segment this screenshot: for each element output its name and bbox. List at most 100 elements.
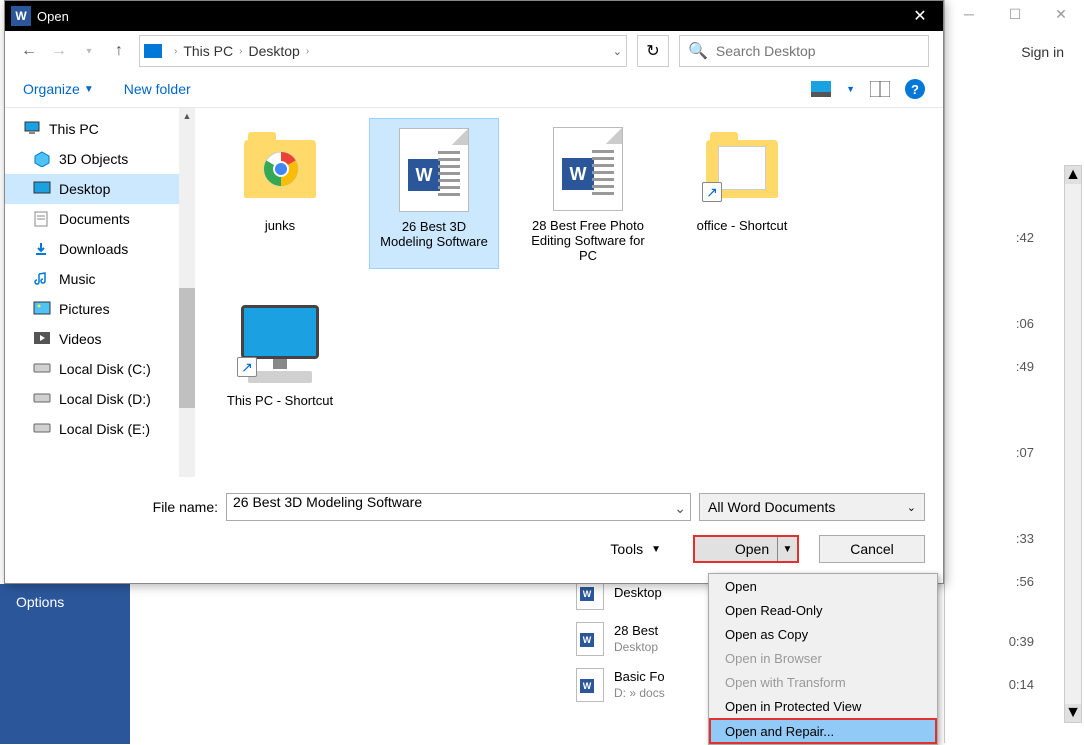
sidebar: This PC 3D Objects Desktop Documents Downloa… — [5, 108, 195, 477]
chevron-right-icon[interactable]: › — [174, 46, 177, 57]
sidebar-item[interactable]: Local Disk (C:) — [5, 354, 195, 384]
filename-label: File name: — [23, 499, 218, 515]
open-button[interactable]: Open ▼ — [693, 535, 799, 563]
shortcut-arrow-icon: ↗ — [702, 182, 722, 202]
sidebar-label: Videos — [59, 331, 102, 347]
toolbar: Organize▼ New folder ▼ ? — [5, 71, 943, 107]
sidebar-item[interactable]: Videos — [5, 324, 195, 354]
recent-dropdown-icon[interactable]: ▾ — [79, 41, 99, 61]
sidebar-icon — [33, 241, 51, 257]
sign-in-link[interactable]: Sign in — [1021, 44, 1064, 60]
bg-maximize-icon[interactable]: ☐ — [992, 0, 1038, 28]
bg-time: :42 — [1016, 230, 1034, 245]
sidebar-item[interactable]: Local Disk (E:) — [5, 414, 195, 444]
search-box[interactable]: 🔍 — [679, 35, 929, 67]
sidebar-label: This PC — [49, 121, 99, 137]
recent-item[interactable]: W 28 Best Desktop — [576, 622, 665, 656]
dropdown-item[interactable]: Open — [709, 574, 937, 598]
scrollbar-thumb[interactable] — [179, 288, 195, 408]
file-item[interactable]: junks — [215, 118, 345, 269]
search-input[interactable] — [714, 42, 920, 60]
dropdown-item[interactable]: Open and Repair... — [709, 718, 937, 744]
file-item[interactable]: ↗This PC - Shortcut — [215, 293, 345, 414]
chevron-down-icon[interactable]: ▼ — [846, 84, 855, 94]
file-item[interactable]: ↗office - Shortcut — [677, 118, 807, 269]
open-dropdown-arrow[interactable]: ▼ — [777, 537, 797, 561]
recent-item-text: Basic Fo D: » docs — [614, 669, 665, 701]
sidebar-item[interactable]: Pictures — [5, 294, 195, 324]
breadcrumb[interactable]: › This PC › Desktop › ⌄ — [139, 35, 627, 67]
sidebar-item[interactable]: Downloads — [5, 234, 195, 264]
scroll-up-icon[interactable]: ▲ — [1065, 166, 1081, 184]
help-icon[interactable]: ? — [905, 79, 925, 99]
sidebar-item[interactable]: This PC — [5, 114, 195, 144]
sidebar-item[interactable]: Desktop — [5, 174, 195, 204]
file-label: 26 Best 3D Modeling Software — [374, 219, 494, 249]
sidebar-scrollbar[interactable]: ▲ — [179, 108, 195, 477]
sidebar-label: 3D Objects — [59, 151, 128, 167]
sidebar-item[interactable]: Documents — [5, 204, 195, 234]
recent-item[interactable]: W Basic Fo D: » docs — [576, 668, 665, 702]
sidebar-label: Documents — [59, 211, 130, 227]
file-label: 28 Best Free Photo Editing Software for … — [527, 218, 649, 263]
file-label: This PC - Shortcut — [219, 393, 341, 408]
forward-button[interactable]: → — [49, 41, 69, 61]
chevron-right-icon[interactable]: › — [239, 46, 242, 57]
bg-time: :56 — [1016, 574, 1034, 589]
breadcrumb-dropdown-icon[interactable]: ⌄ — [613, 45, 622, 58]
close-button[interactable]: ✕ — [897, 1, 943, 31]
dropdown-item[interactable]: Open as Copy — [709, 622, 937, 646]
breadcrumb-item[interactable]: This PC — [181, 43, 235, 59]
options-link[interactable]: Options — [16, 594, 114, 610]
sidebar-item[interactable]: Music — [5, 264, 195, 294]
sidebar-item[interactable]: 3D Objects — [5, 144, 195, 174]
scroll-up-icon[interactable]: ▲ — [179, 108, 195, 124]
file-label: junks — [219, 218, 341, 233]
tools-button[interactable]: Tools ▼ — [610, 541, 661, 557]
sidebar-icon — [23, 121, 41, 137]
folder-shortcut-icon: ↗ — [706, 140, 778, 198]
filetype-select[interactable]: All Word Documents ⌄ — [699, 493, 925, 521]
filename-input[interactable]: 26 Best 3D Modeling Software ⌄ — [226, 493, 691, 521]
sidebar-icon — [33, 331, 51, 347]
file-area[interactable]: junks W26 Best 3D Modeling SoftwareW28 Be… — [195, 108, 943, 477]
chevron-down-icon[interactable]: ⌄ — [674, 500, 686, 517]
file-item[interactable]: W28 Best Free Photo Editing Software for… — [523, 118, 653, 269]
preview-pane-button[interactable] — [869, 80, 891, 98]
bg-close-icon[interactable]: ✕ — [1038, 0, 1084, 28]
dropdown-item: Open in Browser — [709, 646, 937, 670]
breadcrumb-item[interactable]: Desktop — [246, 43, 301, 59]
sidebar-label: Local Disk (D:) — [59, 391, 151, 407]
sidebar-label: Pictures — [59, 301, 110, 317]
bg-time: 0:14 — [1009, 677, 1034, 692]
sidebar-icon — [33, 151, 51, 167]
chevron-down-icon: ▼ — [84, 84, 94, 95]
dropdown-item[interactable]: Open Read-Only — [709, 598, 937, 622]
titlebar[interactable]: W Open ✕ — [5, 1, 943, 31]
file-item[interactable]: W26 Best 3D Modeling Software — [369, 118, 499, 269]
view-mode-button[interactable] — [810, 80, 832, 98]
up-button[interactable]: ↑ — [109, 41, 129, 61]
back-button[interactable]: ← — [19, 41, 39, 61]
chevron-right-icon[interactable]: › — [306, 46, 309, 57]
sidebar-icon — [33, 271, 51, 287]
scroll-down-icon[interactable]: ▼ — [1065, 704, 1081, 722]
organize-button[interactable]: Organize▼ — [23, 81, 94, 97]
chevron-down-icon: ⌄ — [907, 501, 916, 514]
dropdown-item[interactable]: Open in Protected View — [709, 694, 937, 718]
background-window: ─ ☐ ✕ Sign in ▲ ▼ — [944, 0, 1084, 743]
bg-time: :33 — [1016, 531, 1034, 546]
word-doc-icon: W — [576, 622, 604, 656]
cancel-button[interactable]: Cancel — [819, 535, 925, 563]
chevron-down-icon: ▼ — [651, 544, 661, 555]
bg-scrollbar[interactable]: ▲ ▼ — [1064, 165, 1082, 723]
sidebar-icon — [33, 421, 51, 437]
sidebar-icon — [33, 181, 51, 197]
sidebar-label: Local Disk (C:) — [59, 361, 151, 377]
new-folder-button[interactable]: New folder — [124, 81, 191, 97]
folder-icon — [244, 140, 316, 198]
refresh-button[interactable]: ↻ — [637, 35, 669, 67]
sidebar-item[interactable]: Local Disk (D:) — [5, 384, 195, 414]
sidebar-icon — [33, 391, 51, 407]
bg-minimize-icon[interactable]: ─ — [946, 0, 992, 28]
